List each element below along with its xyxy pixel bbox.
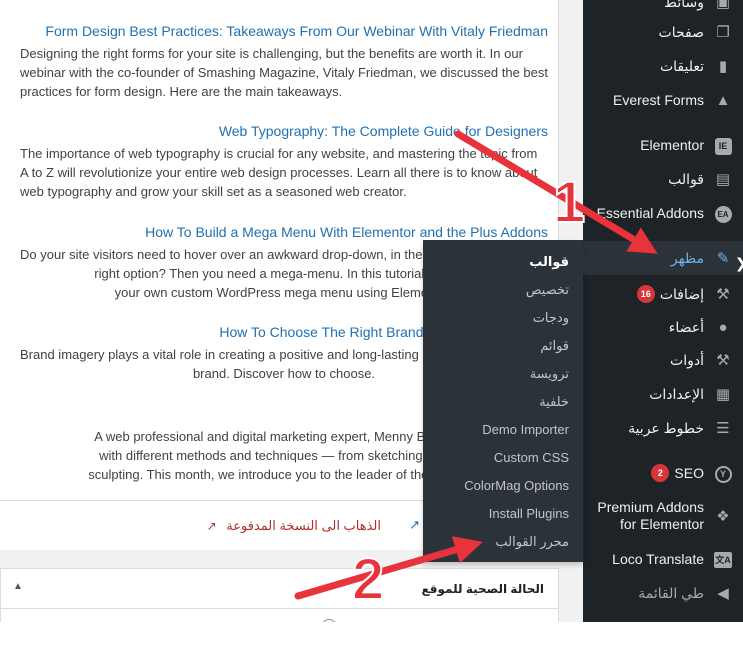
loco-translate-icon: 文A bbox=[713, 550, 733, 568]
sidebar-item-label: تعليقات bbox=[659, 57, 704, 74]
loco-translate-glyph: 文A bbox=[714, 552, 732, 568]
news-item-title[interactable]: Form Design Best Practices: Takeaways Fr… bbox=[8, 21, 556, 41]
sidebar-item-label: أعضاء bbox=[668, 318, 704, 335]
sidebar-item-everest-forms[interactable]: Everest Forms ▲ bbox=[583, 83, 743, 117]
submenu-item-customize[interactable]: تخصيص bbox=[423, 276, 583, 304]
users-icon: ● bbox=[718, 318, 728, 336]
sidebar-item-label: Essential Addons bbox=[596, 205, 704, 221]
tools-icon: ⚒ bbox=[716, 352, 730, 369]
news-item-title[interactable]: How To Build a Mega Menu With Elementor … bbox=[8, 222, 556, 242]
wp-admin-screen: Form Design Best Practices: Takeaways Fr… bbox=[0, 0, 743, 647]
sidebar-item-label: الإعدادات bbox=[649, 385, 704, 402]
submenu-item-colormag-options[interactable]: ColorMag Options bbox=[423, 472, 583, 500]
excerpt-line: practices for form design. Here are the … bbox=[20, 84, 343, 99]
sidebar-item-templates[interactable]: قوالب ▤ bbox=[583, 162, 743, 196]
collapse-toggle-icon[interactable]: ▲ bbox=[13, 581, 23, 592]
go-pro-link-label: الذهاب الى النسخة المدفوعة bbox=[226, 518, 381, 533]
submenu-item-menus[interactable]: قوائم bbox=[423, 332, 583, 360]
sidebar-item-essential-addons[interactable]: Essential Addons EA bbox=[583, 196, 743, 230]
seo-icon: Y bbox=[713, 464, 733, 483]
elementor-glyph: IE bbox=[714, 137, 732, 155]
sidebar-item-appearance[interactable]: مظهر ✎ bbox=[583, 241, 743, 275]
sidebar-item-seo[interactable]: 2 SEO Y bbox=[583, 456, 743, 490]
essential-addons-icon: EA bbox=[713, 204, 733, 223]
submenu-item-install-plugins[interactable]: Install Plugins bbox=[423, 500, 583, 528]
submenu-item-header[interactable]: ترويسة bbox=[423, 360, 583, 388]
excerpt-line: The importance of web typography is cruc… bbox=[20, 146, 538, 161]
site-health-widget: الحالة الصحية للموقع ▲ bbox=[0, 568, 559, 635]
templates-icon: ▤ bbox=[715, 171, 731, 188]
news-item: Web Typography: The Complete Guide for D… bbox=[8, 121, 556, 201]
submenu-item-themes[interactable]: قوالب bbox=[423, 248, 583, 276]
sidebar-item-label: إضافات bbox=[659, 285, 704, 302]
excerpt-line: Designing the right forms for your site … bbox=[20, 46, 523, 61]
sidebar-item-label: Premium Addons for Elementor bbox=[597, 499, 704, 532]
external-link-icon[interactable]: ↗ bbox=[409, 517, 420, 533]
submenu-item-theme-editor[interactable]: محرر القوالب bbox=[423, 528, 583, 556]
news-item-excerpt: The importance of web typography is cruc… bbox=[8, 141, 556, 201]
page-bottom bbox=[0, 622, 743, 647]
go-pro-link[interactable]: الذهاب الى النسخة المدفوعة ↗ bbox=[207, 518, 381, 534]
premium-addons-icon: ❖ bbox=[716, 508, 730, 525]
excerpt-line: web typography and grow your skill set a… bbox=[20, 184, 407, 199]
site-health-header[interactable]: الحالة الصحية للموقع ▲ bbox=[1, 569, 558, 609]
admin-sidebar: وسائط ▣ صفحات ❐ تعليقات ▮ Everest Forms … bbox=[583, 0, 743, 622]
news-item: Form Design Best Practices: Takeaways Fr… bbox=[8, 21, 556, 101]
external-link-icon: ↗ bbox=[206, 519, 217, 533]
essential-addons-glyph: EA bbox=[714, 205, 732, 223]
submenu-item-custom-css[interactable]: Custom CSS bbox=[423, 444, 583, 472]
submenu-item-demo-importer[interactable]: Demo Importer bbox=[423, 416, 583, 444]
sidebar-item-label: Elementor bbox=[640, 137, 704, 153]
sidebar-item-label: طي القائمة bbox=[638, 584, 704, 601]
mouse-cursor-icon: ❯ bbox=[735, 255, 743, 272]
sidebar-item-label: مظهر bbox=[670, 249, 704, 266]
sidebar-item-label: خطوط عربية bbox=[628, 419, 704, 436]
news-item-title[interactable]: Web Typography: The Complete Guide for D… bbox=[8, 121, 556, 141]
plugins-icon: ⚒ bbox=[716, 286, 730, 303]
news-item-excerpt: Designing the right forms for your site … bbox=[8, 41, 556, 101]
sidebar-item-settings[interactable]: الإعدادات ▦ bbox=[583, 377, 743, 411]
site-health-title: الحالة الصحية للموقع bbox=[421, 582, 544, 596]
media-icon: ▣ bbox=[715, 0, 731, 11]
update-count-badge: 16 bbox=[636, 285, 655, 303]
sidebar-item-label: وسائط bbox=[664, 0, 704, 10]
excerpt-line: A to Z will revolutionize your entire we… bbox=[20, 165, 538, 180]
sidebar-item-label: قوالب bbox=[668, 170, 704, 187]
sidebar-item-pages[interactable]: صفحات ❐ bbox=[583, 15, 743, 49]
settings-icon: ▦ bbox=[715, 386, 731, 403]
collapse-menu-icon: ◀ bbox=[717, 585, 729, 602]
sidebar-item-label: صفحات bbox=[658, 23, 704, 40]
sidebar-item-plugins[interactable]: 16 إضافات ⚒ bbox=[583, 277, 743, 311]
sidebar-item-elementor[interactable]: Elementor IE bbox=[583, 128, 743, 162]
sidebar-item-loco-translate[interactable]: Loco Translate 文A bbox=[583, 542, 743, 576]
comments-icon: ▮ bbox=[718, 58, 728, 75]
sidebar-collapse-menu[interactable]: طي القائمة ◀ bbox=[583, 576, 743, 610]
sidebar-item-label: أدوات bbox=[670, 351, 704, 368]
sidebar-item-comments[interactable]: تعليقات ▮ bbox=[583, 49, 743, 83]
sidebar-item-tools[interactable]: أدوات ⚒ bbox=[583, 343, 743, 377]
arabic-fonts-icon: ☰ bbox=[716, 420, 730, 437]
sidebar-item-label: SEO bbox=[674, 465, 704, 481]
everest-forms-icon: ▲ bbox=[715, 91, 731, 109]
elementor-icon: IE bbox=[713, 136, 733, 155]
notification-badge: 2 bbox=[651, 464, 670, 482]
sidebar-item-premium-addons[interactable]: Premium Addons for Elementor ❖ bbox=[583, 496, 743, 536]
submenu-item-widgets[interactable]: ودجات bbox=[423, 304, 583, 332]
pages-icon: ❐ bbox=[716, 24, 730, 41]
sidebar-item-arabic-fonts[interactable]: خطوط عربية ☰ bbox=[583, 411, 743, 445]
submenu-item-background[interactable]: خلفية bbox=[423, 388, 583, 416]
appearance-submenu: قوالب تخصيص ودجات قوائم ترويسة خلفية Dem… bbox=[423, 240, 591, 562]
sidebar-item-users[interactable]: أعضاء ● bbox=[583, 310, 743, 344]
excerpt-line: webinar with the co-founder of Smashing … bbox=[20, 65, 548, 80]
seo-glyph: Y bbox=[714, 465, 732, 483]
appearance-icon: ✎ bbox=[716, 250, 730, 267]
sidebar-item-label: Everest Forms bbox=[612, 92, 704, 108]
sidebar-item-label: Loco Translate bbox=[612, 551, 704, 567]
